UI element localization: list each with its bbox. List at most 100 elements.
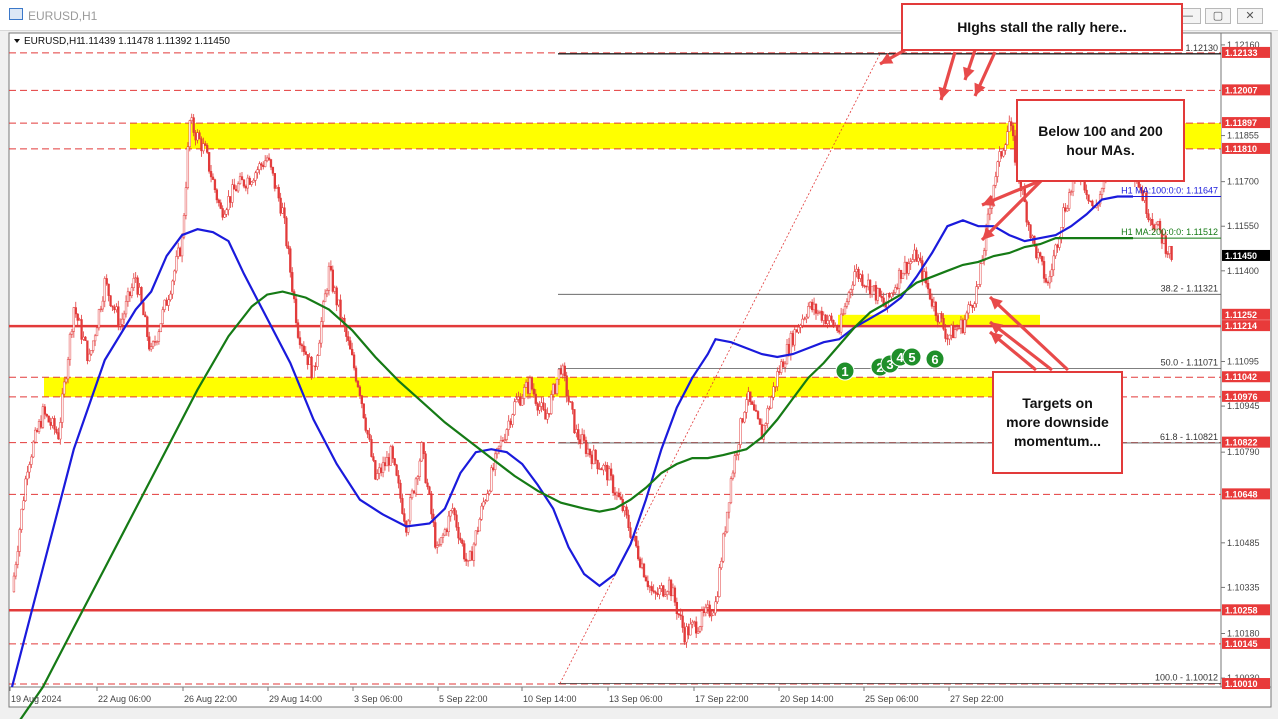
- candle-body: [696, 631, 700, 634]
- candle-body: [899, 269, 903, 279]
- candle-body: [1064, 207, 1067, 212]
- candle-body: [298, 337, 302, 345]
- candle-body: [613, 492, 617, 496]
- annotation-targets-line3: momentum...: [1013, 433, 1102, 449]
- candle-body: [741, 418, 744, 423]
- candle-body: [942, 318, 945, 330]
- candle-body: [781, 361, 785, 368]
- candle-body: [977, 284, 980, 287]
- candle-body: [474, 530, 477, 545]
- candle-body: [229, 196, 232, 203]
- candle-body: [63, 381, 66, 395]
- candle-body: [787, 344, 791, 355]
- candle-body: [1085, 189, 1088, 195]
- candle-body: [584, 440, 588, 454]
- candle-body: [264, 160, 267, 167]
- candle-body: [722, 533, 725, 562]
- candle-body: [395, 464, 398, 476]
- candle-body: [190, 117, 193, 121]
- candle-body: [1040, 255, 1044, 262]
- candle-body: [650, 586, 653, 591]
- candle-body: [611, 475, 615, 493]
- candle-body: [938, 313, 941, 323]
- candle-body: [59, 422, 62, 440]
- candle-body: [505, 429, 508, 440]
- candle-body: [528, 377, 532, 394]
- candle-body: [619, 496, 622, 500]
- candle-body: [134, 277, 137, 279]
- candle-body: [606, 464, 609, 481]
- candle-body: [565, 375, 568, 397]
- candle-body: [955, 328, 959, 330]
- candle-body: [841, 313, 845, 315]
- candle-body: [677, 613, 680, 616]
- candle-body: [447, 515, 450, 533]
- candle-body: [161, 309, 164, 324]
- price-tick-label: 1.10180: [1227, 628, 1260, 638]
- candle-body: [608, 468, 611, 481]
- candle-body: [488, 490, 491, 494]
- candle-body: [590, 454, 593, 465]
- candle-body: [627, 514, 630, 528]
- candle-body: [660, 585, 663, 589]
- touch-marker-label: 6: [931, 352, 938, 367]
- candle-body: [805, 316, 808, 320]
- candle-body: [847, 292, 851, 302]
- time-tick-label: 26 Aug 22:00: [184, 694, 237, 704]
- candle-body: [28, 464, 31, 473]
- candle-body: [658, 588, 661, 595]
- fib-level-label: 50.0 - 1.11071: [1161, 358, 1218, 368]
- time-tick-label: 25 Sep 06:00: [865, 694, 919, 704]
- candle-body: [592, 449, 595, 465]
- candle-body: [92, 340, 95, 351]
- candle-body: [824, 314, 827, 324]
- candle-body: [101, 300, 104, 310]
- candle-body: [356, 380, 360, 388]
- close-button[interactable]: ✕: [1237, 8, 1263, 24]
- candle-body: [950, 325, 953, 336]
- candle-body: [1006, 131, 1009, 146]
- candle-body: [716, 596, 719, 603]
- candle-body: [93, 335, 97, 342]
- candle-body: [733, 455, 736, 474]
- candle-body: [517, 396, 520, 400]
- candle-body: [820, 310, 823, 321]
- candle-body: [422, 442, 425, 455]
- candle-body: [68, 333, 72, 360]
- price-label: 1.10145: [1225, 639, 1258, 649]
- candle-body: [845, 301, 849, 307]
- restore-button[interactable]: ▢: [1205, 8, 1231, 24]
- candle-body: [894, 287, 897, 293]
- candle-body: [461, 539, 464, 544]
- candle-body: [892, 292, 895, 294]
- candle-body: [969, 304, 972, 306]
- candle-body: [561, 365, 564, 375]
- candle-body: [279, 197, 282, 214]
- candle-body: [666, 591, 669, 595]
- candle-body: [890, 293, 893, 298]
- candle-body: [352, 354, 356, 369]
- price-tick-label: 1.10485: [1227, 538, 1260, 548]
- candle-body: [256, 169, 259, 174]
- candle-body: [859, 274, 862, 279]
- candle-body: [1002, 150, 1005, 157]
- candle-body: [372, 456, 375, 461]
- candle-body: [24, 478, 27, 501]
- candle-body: [511, 414, 514, 425]
- candle-body: [351, 348, 354, 356]
- candle-body: [414, 478, 418, 494]
- candle-body: [1068, 192, 1071, 209]
- candle-body: [803, 318, 806, 320]
- candle-body: [1008, 121, 1011, 132]
- candle-body: [548, 413, 551, 415]
- candle-body: [540, 402, 543, 407]
- candle-body: [776, 371, 779, 387]
- candle-body: [747, 391, 750, 400]
- candle-body: [770, 397, 773, 409]
- candle-body: [594, 449, 597, 461]
- candle-body: [140, 287, 143, 303]
- candle-body: [745, 399, 748, 413]
- candle-body: [766, 408, 769, 424]
- candle-body: [735, 454, 738, 456]
- candle-body: [646, 580, 650, 587]
